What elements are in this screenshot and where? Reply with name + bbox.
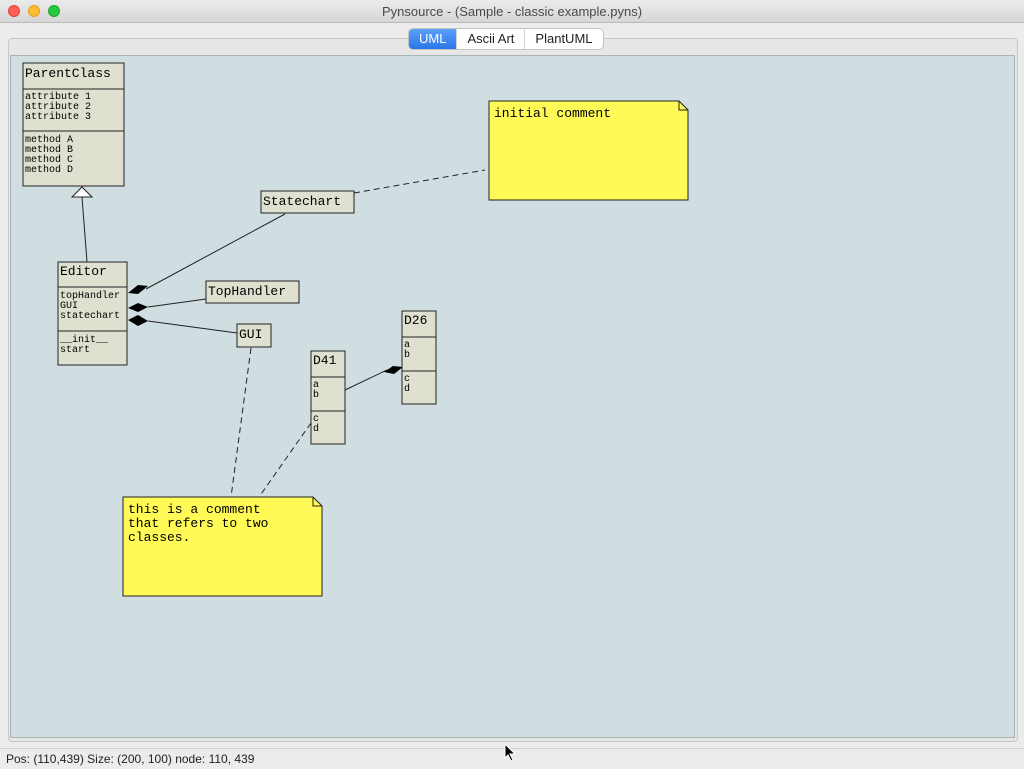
class-name: GUI [239, 327, 262, 342]
composition-diamond-statechart [128, 285, 148, 294]
class-method: d [313, 423, 319, 435]
tab-uml[interactable]: UML [409, 29, 457, 49]
class-method: d [404, 383, 410, 395]
class-parentclass[interactable]: ParentClass attribute 1 attribute 2 attr… [22, 62, 125, 187]
inheritance-arrowhead [70, 186, 94, 198]
class-method: start [60, 345, 90, 356]
class-statechart[interactable]: Statechart [260, 190, 355, 214]
class-name: D41 [313, 353, 337, 368]
class-tophandler[interactable]: TopHandler [205, 280, 300, 304]
tab-plantuml[interactable]: PlantUML [524, 29, 602, 49]
class-attribute: b [313, 389, 319, 401]
composition-line-d26 [344, 369, 388, 391]
comment-initial[interactable]: initial comment [488, 100, 689, 201]
composition-diamond-tophandler [128, 303, 148, 312]
composition-line-statechart [145, 213, 286, 290]
uml-canvas[interactable]: ParentClass attribute 1 attribute 2 attr… [10, 55, 1015, 738]
comment-text: classes. [128, 530, 190, 545]
comment-link-gui [230, 347, 252, 498]
class-name: Statechart [263, 194, 341, 209]
comment-text: that refers to two [128, 516, 268, 531]
composition-diamond-gui [128, 315, 148, 326]
composition-line-tophandler [147, 298, 207, 308]
comment-link-initial [353, 169, 486, 194]
class-attribute: statechart [60, 310, 120, 322]
comment-link-d41 [258, 422, 312, 498]
class-name: ParentClass [25, 66, 111, 81]
inheritance-line [81, 196, 88, 263]
class-name: TopHandler [208, 284, 286, 299]
class-name: Editor [60, 264, 107, 279]
comment-text: this is a comment [128, 502, 261, 517]
class-d41[interactable]: D41 a b c d [310, 350, 346, 445]
uml-diagram: ParentClass attribute 1 attribute 2 attr… [22, 62, 689, 597]
class-editor[interactable]: Editor topHandler GUI statechart __init_… [57, 261, 128, 366]
composition-line-gui [147, 320, 238, 334]
class-gui[interactable]: GUI [236, 323, 272, 348]
view-tab-bar: UML Ascii Art PlantUML [408, 28, 604, 50]
class-d26[interactable]: D26 a b c d [401, 310, 437, 405]
class-name: D26 [404, 313, 427, 328]
tab-ascii-art[interactable]: Ascii Art [456, 29, 524, 49]
title-bar: Pynsource - (Sample - classic example.py… [0, 0, 1024, 23]
class-attribute: attribute 3 [25, 111, 91, 123]
comment-two-classes[interactable]: this is a comment that refers to two cla… [122, 496, 323, 597]
class-method: method D [25, 164, 73, 176]
mouse-cursor-icon [504, 743, 517, 762]
status-text: Pos: (110,439) Size: (200, 100) node: 11… [6, 752, 255, 766]
comment-text: initial comment [494, 106, 611, 121]
class-attribute: b [404, 349, 410, 361]
window-title: Pynsource - (Sample - classic example.py… [381, 4, 643, 19]
